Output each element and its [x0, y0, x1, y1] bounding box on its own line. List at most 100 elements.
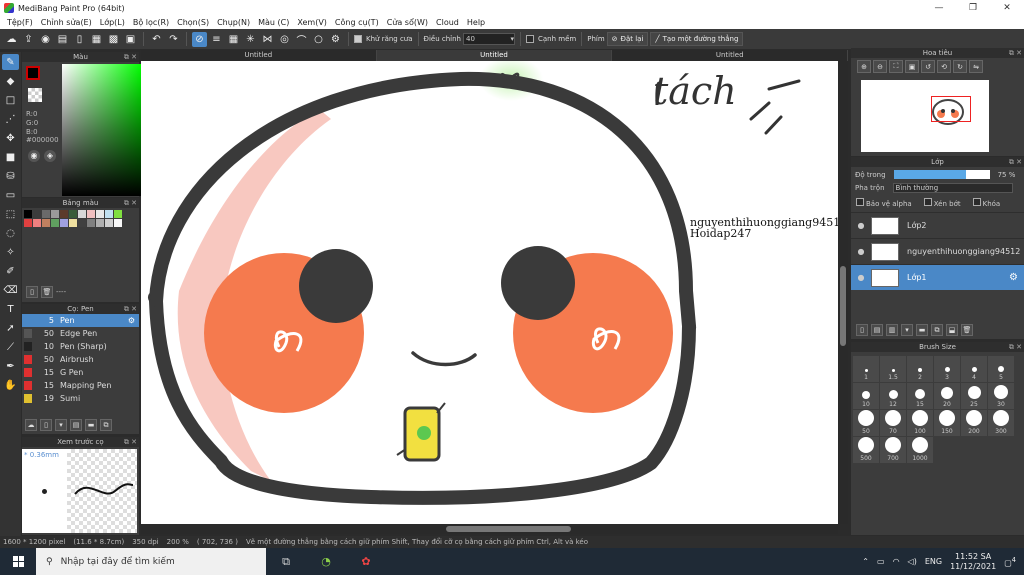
panel-close-icon[interactable]: ⧉ ✕ [1009, 157, 1022, 167]
chevron-up-icon[interactable]: ⌃ [862, 557, 869, 566]
hand-tool-icon[interactable]: ✋ [2, 377, 19, 393]
brush-size-option[interactable]: 70 [880, 410, 906, 436]
brush-item[interactable]: 50 Edge Pen [22, 327, 139, 340]
brush-size-option[interactable]: 12 [880, 383, 906, 409]
restore-button[interactable]: ❐ [956, 3, 990, 13]
brush-size-option[interactable]: 100 [907, 410, 933, 436]
color-palette-icon[interactable]: ◈ [44, 150, 56, 162]
rectangle-tool-icon[interactable]: □ [2, 92, 19, 108]
layer-menu-icon[interactable]: ▾ [901, 324, 913, 336]
protect-alpha-checkbox[interactable] [856, 198, 864, 206]
brush-size-option[interactable]: 1 [853, 356, 879, 382]
brush-settings-icon[interactable]: ⚙ [128, 316, 135, 325]
menu-file[interactable]: Tệp(F) [3, 18, 37, 27]
brush-size-option[interactable]: 50 [853, 410, 879, 436]
new-palette-icon[interactable]: ▯ [26, 286, 38, 298]
menu-help[interactable]: Help [463, 18, 489, 27]
volume-icon[interactable]: ◁) [908, 557, 917, 566]
new-halftone-layer-icon[interactable]: ▤ [871, 324, 883, 336]
coccoc-browser-icon[interactable]: ◔ [306, 555, 346, 568]
upload-icon[interactable]: ⇪ [21, 32, 36, 47]
palette-swatch[interactable] [114, 210, 122, 218]
palette-swatch[interactable] [78, 210, 86, 218]
panel-close-icon[interactable]: ⧉ ✕ [124, 304, 137, 314]
move-tool-icon[interactable]: ✥ [2, 130, 19, 146]
palette-swatch[interactable] [33, 210, 41, 218]
brush-item[interactable]: 5 Pen ⚙ [22, 314, 139, 327]
lock-checkbox[interactable] [972, 198, 981, 206]
menu-color[interactable]: Màu (C) [254, 18, 293, 27]
clipping-checkbox[interactable] [923, 198, 932, 206]
brush-size-option[interactable]: 4 [961, 356, 987, 382]
opacity-slider[interactable] [893, 170, 990, 179]
brush-size-option[interactable]: 150 [934, 410, 960, 436]
foreground-color-swatch[interactable] [26, 66, 40, 80]
horizontal-scroll-thumb[interactable] [446, 526, 571, 532]
panel-close-icon[interactable]: ⧉ ✕ [1009, 48, 1022, 58]
palette-swatch[interactable] [96, 210, 104, 218]
doc-tab-1[interactable]: Untitled [141, 50, 377, 61]
snap-settings-icon[interactable]: ⚙ [328, 32, 343, 47]
palette-swatch[interactable] [51, 219, 59, 227]
document-icon[interactable]: ▯ [72, 32, 87, 47]
panel-close-icon[interactable]: ⧉ ✕ [124, 437, 137, 447]
notification-icon[interactable]: ▢4 [1004, 556, 1016, 568]
menu-view[interactable]: Xem(V) [293, 18, 331, 27]
brush-size-option[interactable]: 700 [880, 437, 906, 463]
panel-layout-icon[interactable]: ▦ [89, 32, 104, 47]
start-button[interactable] [0, 556, 36, 567]
brush-size-option[interactable]: 200 [961, 410, 987, 436]
delete-palette-icon[interactable]: 🗑 [41, 286, 53, 298]
text-tool-icon[interactable]: T [2, 301, 19, 317]
close-button[interactable]: ✕ [990, 3, 1024, 13]
concentric-snap-icon[interactable]: ◎ [277, 32, 292, 47]
antialias-checkbox[interactable] [354, 35, 362, 43]
palette-swatch[interactable] [51, 210, 59, 218]
palette-swatch[interactable] [60, 219, 68, 227]
palette-swatch[interactable] [105, 219, 113, 227]
menu-window[interactable]: Cửa sổ(W) [383, 18, 432, 27]
palette-swatch[interactable] [87, 210, 95, 218]
language-indicator[interactable]: ENG [925, 557, 942, 566]
new-layer-icon[interactable]: ▯ [856, 324, 868, 336]
menu-layer[interactable]: Lớp(L) [96, 18, 129, 27]
doc-tab-3[interactable]: Untitled [612, 50, 849, 61]
merge-layer-icon[interactable]: ⬓ [946, 324, 958, 336]
duplicate-brush-icon[interactable]: ⧉ [100, 419, 112, 431]
transparent-color-swatch[interactable] [28, 88, 42, 102]
redo-icon[interactable]: ↷ [166, 32, 181, 47]
brush-item[interactable]: 50 Airbrush [22, 353, 139, 366]
palette-swatch[interactable] [96, 219, 104, 227]
rotate-right-icon[interactable]: ↻ [953, 60, 967, 73]
duplicate-layer-icon[interactable]: ⧉ [931, 324, 943, 336]
brush-size-option[interactable]: 25 [961, 383, 987, 409]
clock[interactable]: 11:52 SA 11/12/2021 [950, 552, 996, 572]
divide-tool-icon[interactable]: ⟋ [2, 339, 19, 355]
clipping-option[interactable]: Xén bớt [923, 198, 961, 208]
doc-tab-2[interactable]: Untitled [376, 50, 613, 61]
brush-size-option[interactable]: 30 [988, 383, 1014, 409]
settings-grid-icon[interactable]: ▣ [123, 32, 138, 47]
minimize-button[interactable]: — [922, 3, 956, 13]
navigator-viewport-rect[interactable] [931, 96, 971, 122]
brush-size-option[interactable]: 2 [907, 356, 933, 382]
brush-item[interactable]: 19 Sumi [22, 392, 139, 405]
eraser-tool-icon[interactable]: ◆ [2, 73, 19, 89]
drawing-canvas[interactable]: tách nguyenthihuonggiang94512 Hoidap247 [141, 61, 838, 524]
brush-tool-icon[interactable]: ✎ [2, 54, 19, 70]
palette-swatch[interactable] [42, 219, 50, 227]
taskbar-search[interactable]: ⚲ Nhập tại đây để tìm kiếm [36, 548, 266, 575]
brush-size-option[interactable]: 5 [988, 356, 1014, 382]
eyedropper-icon[interactable]: ✒ [2, 358, 19, 374]
comment-icon[interactable]: ◉ [38, 32, 53, 47]
brush-settings-icon[interactable]: ▤ [70, 419, 82, 431]
circle-snap-icon[interactable]: ○ [311, 32, 326, 47]
bucket-tool-icon[interactable]: ⛁ [2, 168, 19, 184]
palette-swatch[interactable] [24, 210, 32, 218]
select-tool-icon[interactable]: ⬚ [2, 206, 19, 222]
brush-size-option[interactable]: 15 [907, 383, 933, 409]
zoom-in-icon[interactable]: ⊕ [857, 60, 871, 73]
brush-item[interactable]: 15 Mapping Pen [22, 379, 139, 392]
palette-swatch[interactable] [114, 219, 122, 227]
radial-snap-icon[interactable]: ✳ [243, 32, 258, 47]
